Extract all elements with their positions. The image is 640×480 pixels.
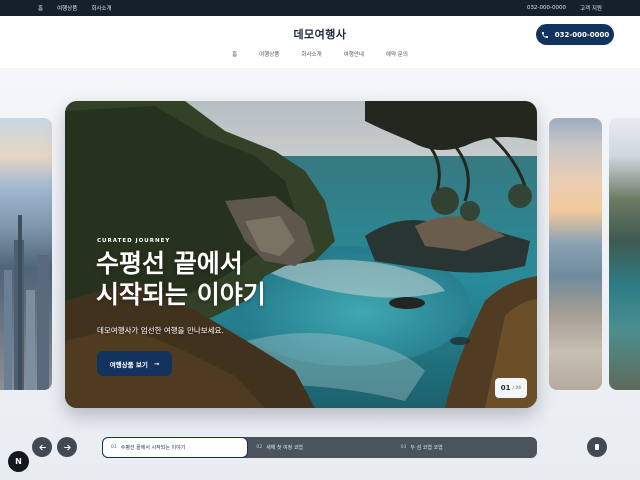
arrow-right-icon	[63, 444, 71, 450]
site-header: 데모여행사 홈 여행상품 회사소개 여행안내 예약·문의 032-000-000…	[0, 16, 640, 68]
slide-tab-number: 01	[111, 445, 117, 450]
arrow-left-icon	[38, 444, 46, 450]
utility-phone[interactable]: 032-000-0000	[527, 5, 566, 11]
arrow-right-icon: →	[153, 359, 160, 368]
hero-headline-line2: 시작되는 이야기	[96, 280, 266, 309]
phone-button-label: 032-000-0000	[554, 30, 610, 39]
slide-tab-label: 두 섬 코엽 코엽	[410, 445, 443, 451]
prev-slide-button[interactable]	[32, 437, 52, 457]
nav-item-about[interactable]: 회사소개	[301, 50, 321, 58]
cta-label: 여행상품 보기	[109, 360, 148, 369]
utility-support-link[interactable]: 고객 지원	[580, 4, 602, 12]
slide-tab-label: 수평선 끝에서 시작되는 이야기	[120, 445, 186, 451]
phone-call-button[interactable]: 032-000-0000	[536, 24, 614, 45]
slide-preview-next[interactable]	[549, 118, 602, 390]
slide-counter: 01 / 06	[495, 378, 527, 398]
nav-item-home[interactable]: 홈	[232, 50, 237, 58]
pause-autoplay-button[interactable]	[587, 437, 607, 457]
hero-slide-active: CURATED JOURNEY 수평선 끝에서 시작되는 이야기 데모여행사가 …	[65, 101, 537, 408]
utility-contact: 032-000-0000 고객 지원	[527, 0, 602, 16]
slide-tab-number: 02	[256, 445, 263, 450]
nav-item-guide[interactable]: 여행안내	[344, 50, 364, 58]
hero-eyebrow: CURATED JOURNEY	[97, 238, 171, 244]
nav-item-products[interactable]: 여행상품	[259, 50, 279, 58]
n-badge-icon[interactable]: N	[8, 451, 29, 472]
slide-preview-previous[interactable]	[0, 118, 52, 390]
slide-tab-3[interactable]: 03 두 섬 코엽 코엽	[393, 437, 537, 458]
pause-icon	[595, 444, 599, 450]
utility-links: 홈 여행상품 회사소개	[38, 0, 112, 16]
hero-headline: 수평선 끝에서 시작되는 이야기	[96, 248, 266, 310]
utility-link-products[interactable]: 여행상품	[57, 4, 77, 12]
slide-tab-number: 03	[400, 445, 407, 450]
slide-preview-next-2[interactable]	[609, 118, 640, 390]
utility-link-home[interactable]: 홈	[38, 4, 43, 12]
utility-link-about[interactable]: 회사소개	[91, 4, 111, 12]
slide-counter-total: / 06	[512, 385, 522, 391]
phone-icon	[541, 31, 548, 38]
slide-tab-1[interactable]: 01 수평선 끝에서 시작되는 이야기	[102, 437, 249, 458]
top-utility-bar: 홈 여행상품 회사소개 032-000-0000 고객 지원	[0, 0, 640, 16]
main-nav: 홈 여행상품 회사소개 여행안내 예약·문의	[0, 50, 640, 58]
slide-tab-label: 새해 첫 여정 코엽	[266, 445, 304, 451]
view-products-button[interactable]: 여행상품 보기 →	[97, 351, 172, 376]
nav-item-reservation[interactable]: 예약·문의	[386, 50, 408, 58]
hero-carousel: CURATED JOURNEY 수평선 끝에서 시작되는 이야기 데모여행사가 …	[0, 68, 640, 480]
slide-counter-current: 01	[500, 384, 511, 392]
slide-progress-tabs: 01 수평선 끝에서 시작되는 이야기 02 새해 첫 여정 코엽 03 두 섬…	[102, 437, 537, 458]
next-slide-button[interactable]	[57, 437, 77, 457]
hero-description: 데모여행사가 엄선한 여행을 만나보세요.	[97, 326, 224, 335]
slide-tab-2[interactable]: 02 새해 첫 여정 코엽	[248, 437, 392, 458]
hero-headline-line1: 수평선 끝에서	[96, 249, 243, 278]
